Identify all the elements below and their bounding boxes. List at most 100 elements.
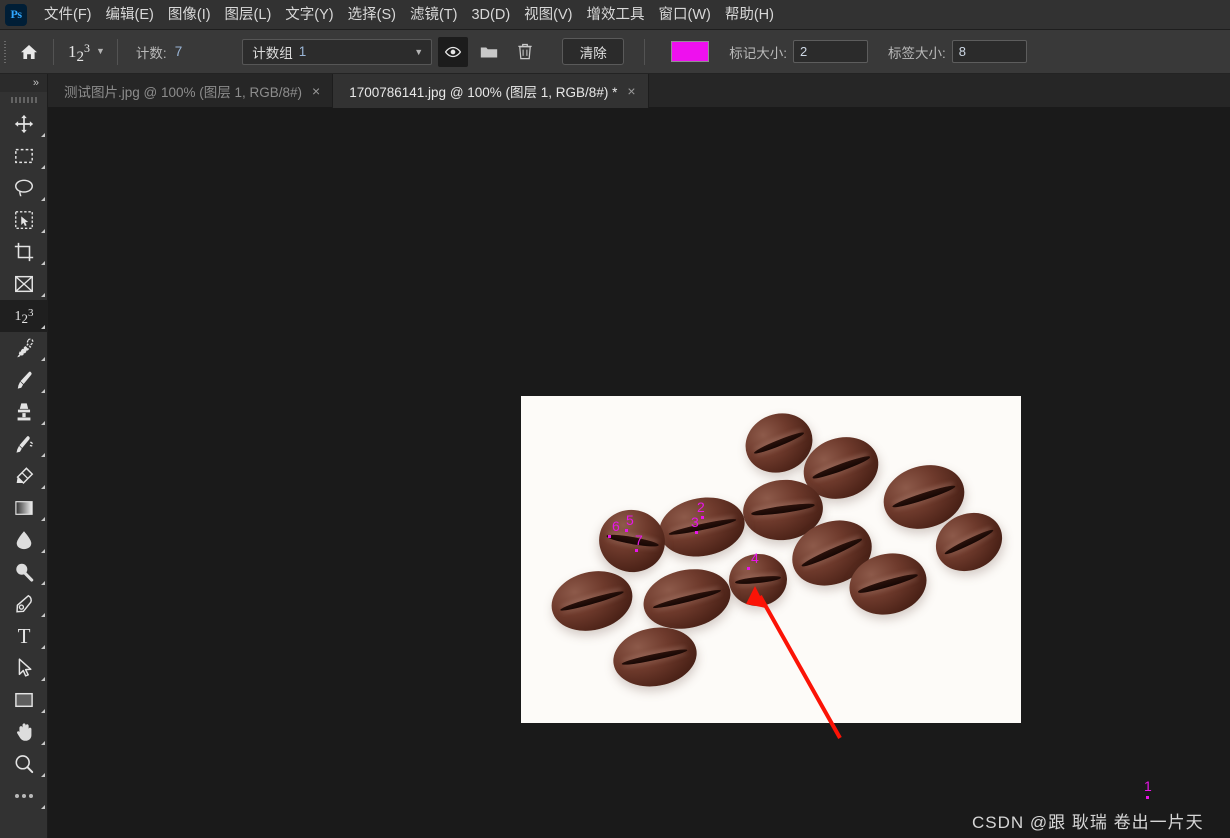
move-tool[interactable] xyxy=(0,108,48,140)
hand-tool[interactable] xyxy=(0,716,48,748)
tool-options-corner xyxy=(41,741,45,745)
clear-button[interactable]: 清除 xyxy=(562,38,625,65)
count-123-icon: 123 xyxy=(14,306,34,326)
delete-count-group-button[interactable] xyxy=(510,37,540,67)
chevron-down-icon[interactable]: ▼ xyxy=(96,47,105,56)
home-button[interactable] xyxy=(9,30,49,74)
marker-size-label: 标记大小: xyxy=(729,45,787,61)
rectangle-shape-icon xyxy=(15,692,33,708)
tool-options-corner xyxy=(41,485,45,489)
count-marker-4[interactable]: 4 xyxy=(751,551,759,565)
crop-tool[interactable] xyxy=(0,236,48,268)
menu-help[interactable]: 帮助(H) xyxy=(718,3,781,27)
tool-options-corner xyxy=(41,549,45,553)
menu-edit[interactable]: 编辑(E) xyxy=(99,3,161,27)
rectangular-marquee-icon xyxy=(15,148,33,164)
toggle-group-visibility-button[interactable] xyxy=(438,36,469,67)
tools-panel-collapse[interactable]: » xyxy=(0,74,47,92)
options-bar-grip[interactable] xyxy=(0,30,9,74)
chevron-down-icon[interactable]: ▼ xyxy=(414,47,423,57)
new-count-group-button[interactable] xyxy=(474,37,504,67)
count-label: 计数: xyxy=(135,45,167,61)
document-tab-2[interactable]: 1700786141.jpg @ 100% (图层 1, RGB/8#) * × xyxy=(333,74,649,108)
tool-options-corner xyxy=(41,421,45,425)
tool-options-corner xyxy=(41,677,45,681)
eyedropper-tool[interactable] xyxy=(0,332,48,364)
marker-size-input[interactable]: 2 xyxy=(792,40,868,63)
lasso-tool[interactable] xyxy=(0,172,48,204)
eraser-tool[interactable] xyxy=(0,460,48,492)
photoshop-logo: Ps xyxy=(5,3,27,26)
eye-icon xyxy=(445,46,462,57)
tool-options-corner xyxy=(41,773,45,777)
options-bar: 123 ▼ 计数: 7 计数组 1 ▼ 清除 标记大小: 2 标签大小: 8 xyxy=(0,30,1230,74)
tool-options-corner xyxy=(41,613,45,617)
count-readout: 计数: 7 xyxy=(122,42,182,62)
menu-window[interactable]: 窗口(W) xyxy=(652,3,718,27)
zoom-tool[interactable] xyxy=(0,748,48,780)
count-tool[interactable]: 123 xyxy=(0,300,48,332)
count-marker-5-dot xyxy=(625,529,628,532)
brush-tool[interactable] xyxy=(0,364,48,396)
history-brush-tool[interactable] xyxy=(0,428,48,460)
ellipsis-icon xyxy=(15,794,33,798)
path-arrow-icon xyxy=(18,658,32,677)
move-icon xyxy=(14,114,34,134)
close-icon[interactable]: × xyxy=(312,84,320,98)
label-size-label: 标签大小: xyxy=(887,45,946,61)
clone-stamp-tool[interactable] xyxy=(0,396,48,428)
tool-options-corner xyxy=(41,133,45,137)
gradient-tool[interactable] xyxy=(0,492,48,524)
menu-file[interactable]: 文件(F) xyxy=(37,3,99,27)
crop-icon xyxy=(14,242,34,262)
menu-3d[interactable]: 3D(D) xyxy=(464,3,517,27)
marquee-tool[interactable] xyxy=(0,140,48,172)
count-marker-2[interactable]: 2 xyxy=(697,500,705,514)
count-marker-1[interactable]: 1 xyxy=(1144,779,1152,793)
close-icon[interactable]: × xyxy=(627,84,635,98)
menu-image[interactable]: 图像(I) xyxy=(161,3,218,27)
path-selection-tool[interactable] xyxy=(0,652,48,684)
blur-tool[interactable] xyxy=(0,524,48,556)
marker-color-swatch[interactable] xyxy=(671,41,710,62)
count-marker-6-dot xyxy=(608,535,611,538)
menu-filter[interactable]: 滤镜(T) xyxy=(403,3,465,27)
count-marker-6[interactable]: 6 xyxy=(612,519,620,533)
document-tab-1[interactable]: 测试图片.jpg @ 100% (图层 1, RGB/8#) × xyxy=(48,74,334,108)
active-tool-picker[interactable]: 123 ▼ xyxy=(58,30,113,74)
canvas-area[interactable]: 2 3 4 5 6 7 1 CSDN @跟 耿瑞 卷出一片天 xyxy=(48,108,1230,838)
count-group-select[interactable]: 计数组 1 ▼ xyxy=(242,38,433,65)
count-marker-7[interactable]: 7 xyxy=(635,533,643,547)
folder-icon xyxy=(481,46,498,57)
options-divider-3 xyxy=(644,38,646,65)
tool-options-corner xyxy=(41,581,45,585)
tool-options-corner xyxy=(41,709,45,713)
count-tool-icon: 123 xyxy=(68,40,90,65)
count-marker-3[interactable]: 3 xyxy=(691,515,699,529)
document-tab-bar: 测试图片.jpg @ 100% (图层 1, RGB/8#) × 1700786… xyxy=(48,74,1230,108)
frame-tool[interactable] xyxy=(0,268,48,300)
type-tool[interactable]: T xyxy=(0,620,48,652)
dodge-tool[interactable] xyxy=(0,556,48,588)
tool-options-corner xyxy=(41,229,45,233)
count-marker-5[interactable]: 5 xyxy=(626,513,634,527)
coffee-beans-photo[interactable]: 2 3 4 5 6 7 xyxy=(521,396,1021,723)
type-t-icon: T xyxy=(17,623,31,648)
menu-select[interactable]: 选择(S) xyxy=(341,3,403,27)
tools-panel-grip[interactable] xyxy=(0,92,47,108)
menu-type[interactable]: 文字(Y) xyxy=(278,3,340,27)
menu-layer[interactable]: 图层(L) xyxy=(218,3,279,27)
count-marker-3-dot xyxy=(695,531,698,534)
label-size-input[interactable]: 8 xyxy=(951,40,1027,63)
edit-toolbar-button[interactable] xyxy=(0,780,48,812)
pen-tool[interactable] xyxy=(0,588,48,620)
menu-bar: Ps 文件(F) 编辑(E) 图像(I) 图层(L) 文字(Y) 选择(S) 滤… xyxy=(0,0,1230,30)
dodge-icon xyxy=(16,563,34,582)
quick-selection-tool[interactable] xyxy=(0,204,48,236)
count-value: 7 xyxy=(174,44,183,59)
menu-view[interactable]: 视图(V) xyxy=(517,3,579,27)
shape-tool[interactable] xyxy=(0,684,48,716)
count-marker-4-dot xyxy=(747,567,750,570)
tool-options-corner xyxy=(41,165,45,169)
menu-plugins[interactable]: 增效工具 xyxy=(580,3,652,27)
